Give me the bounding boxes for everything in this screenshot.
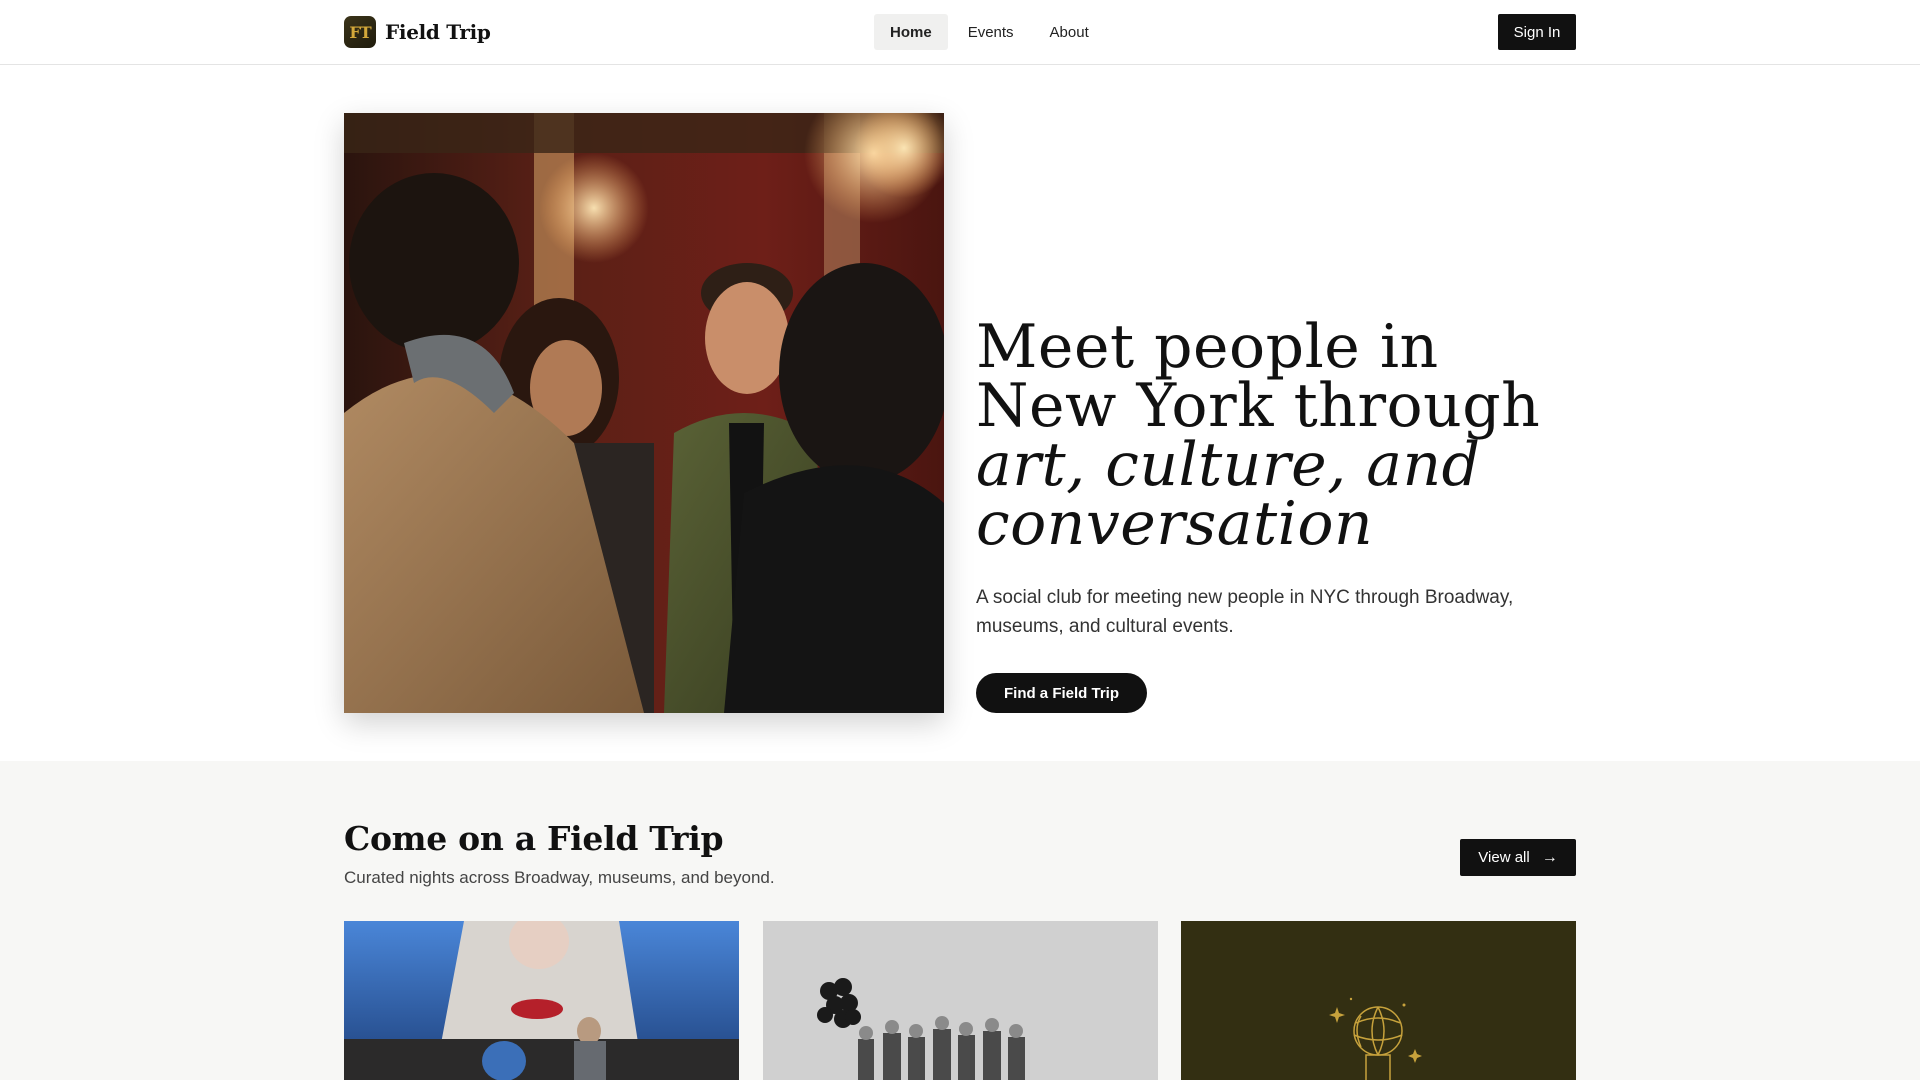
group-balloons-image [763, 921, 1158, 1080]
brand-logo-mark: FT [344, 16, 376, 48]
event-card-1[interactable] [344, 921, 739, 1080]
nav-home[interactable]: Home [874, 14, 948, 50]
arrow-right-icon: → [1541, 848, 1558, 866]
event-card-2[interactable] [763, 921, 1158, 1080]
hero-headline-italic: art, culture, and conversation [976, 430, 1481, 559]
brand-logo-link[interactable]: FT Field Trip [344, 15, 491, 49]
theater-stage-image [344, 921, 739, 1080]
hero-subtitle: A social club for meeting new people in … [976, 587, 1514, 637]
hero-photo [344, 113, 944, 713]
top-navigation-bar: FT Field Trip Home Events About Sign In [0, 0, 1920, 65]
brand-name: Field Trip [385, 20, 491, 44]
hero-photo-illustration [344, 113, 944, 713]
hero-headline-plain: Meet people in New York through [976, 312, 1541, 441]
events-section-subtitle: Curated nights across Broadway, museums,… [344, 868, 775, 887]
nav-about[interactable]: About [1034, 14, 1105, 50]
events-section: Come on a Field Trip Curated nights acro… [0, 761, 1920, 1080]
events-section-title: Come on a Field Trip [344, 819, 724, 858]
main-nav: Home Events About [874, 14, 1105, 50]
view-all-label: View all [1478, 849, 1530, 866]
gold-globe-award-illustration [1181, 921, 1576, 1080]
view-all-button[interactable]: View all → [1460, 839, 1576, 876]
nav-events[interactable]: Events [952, 14, 1030, 50]
sign-in-button[interactable]: Sign In [1498, 14, 1576, 50]
find-field-trip-button[interactable]: Find a Field Trip [976, 673, 1147, 713]
hero-headline: Meet people in New York through art, cul… [976, 317, 1576, 554]
event-card-3[interactable] [1181, 921, 1576, 1080]
